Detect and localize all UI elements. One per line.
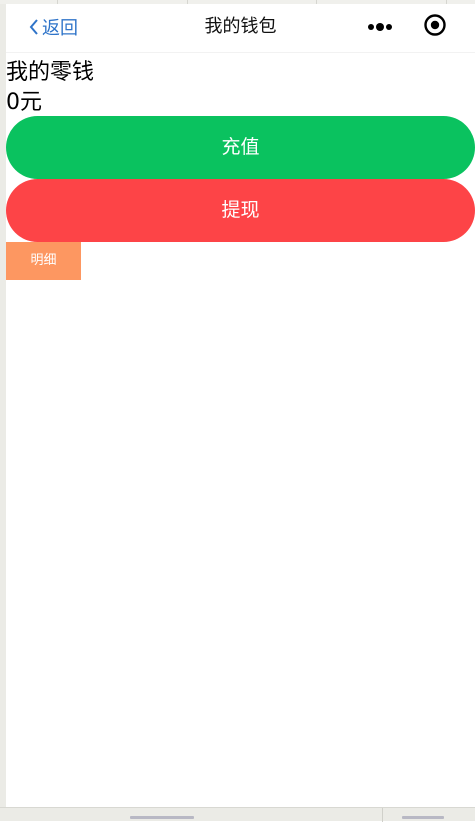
more-button[interactable] bbox=[365, 16, 395, 38]
wallet-balance: 0元 bbox=[6, 90, 42, 115]
back-button[interactable]: 返回 bbox=[28, 14, 78, 40]
detail-button[interactable]: 明细 bbox=[6, 242, 81, 280]
recharge-button[interactable]: 充值 bbox=[6, 116, 475, 179]
chevron-left-icon bbox=[28, 18, 42, 36]
back-label: 返回 bbox=[42, 18, 78, 39]
target-icon bbox=[423, 13, 447, 41]
simulator-bottom-bar bbox=[0, 807, 475, 822]
more-dots-icon bbox=[366, 18, 394, 37]
wallet-label: 我的零钱 bbox=[6, 60, 95, 85]
phone-screen: 返回 我的钱包 我的零钱 0元 充值 提现 明细 bbox=[6, 4, 475, 807]
withdraw-button[interactable]: 提现 bbox=[6, 179, 475, 242]
navigation-bar: 返回 我的钱包 bbox=[6, 4, 475, 53]
close-capsule-button[interactable] bbox=[422, 14, 448, 40]
